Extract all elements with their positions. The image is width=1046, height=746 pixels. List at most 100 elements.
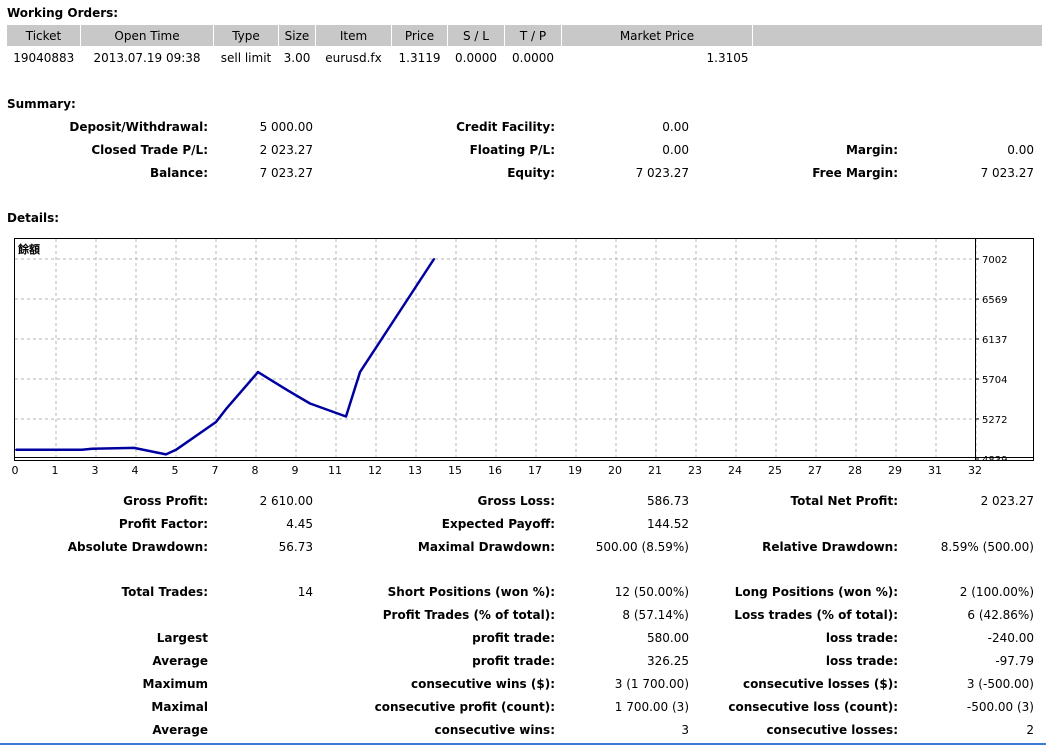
balance-chart-svg: 7002 6569 6137 5704 5272 4839 餘額 [15,239,1033,460]
balance-point [165,453,167,456]
y-tick-label: 7002 [982,255,1007,266]
stat-value-right: -500.00 (3) [966,700,1034,714]
stat-value-right: -240.00 [987,631,1034,645]
cell-sl: 0.0000 [455,51,497,65]
cell-type: sell limit [220,51,272,65]
balance-point [359,371,361,374]
stat-value-right: -97.79 [995,654,1034,668]
stat-value-right: 6 (42.86%) [967,608,1034,622]
stat-label-left: Total Trades: [121,585,208,599]
details-title: Details: [7,211,60,225]
stat-label-right: Long Positions (won %): [734,585,898,599]
chart-legend-label: 餘額 [17,242,40,256]
stat-label-right: Relative Drawdown: [762,540,898,554]
stat-label-left: Profit Factor: [118,517,208,531]
balance-point [81,448,83,451]
cell-price: 1.3119 [398,51,441,65]
stat-value-left: 14 [297,585,313,599]
x-tick-label: 12 [368,464,382,477]
stat-value-middle: 8 (57.14%) [622,608,689,622]
bottom-border [0,743,1046,745]
stat-value-middle: 3 [681,723,689,737]
x-tick-label: 7 [211,464,219,477]
x-tick-label: 16 [488,464,502,477]
col-price[interactable]: Price [391,25,448,46]
stat-value-left: 4.45 [286,517,313,531]
x-tick-label: 1 [51,464,59,477]
x-tick-label: 17 [528,464,542,477]
stat-value-middle: 12 (50.00%) [614,585,689,599]
free-margin-value: 7 023.27 [980,166,1034,180]
stat-value-middle: 580.00 [647,631,689,645]
deposit-label: Deposit/Withdrawal: [69,120,208,134]
cell-market-price: 1.3105 [706,51,749,65]
x-tick-label: 11 [328,464,342,477]
x-tick-label: 28 [848,464,862,477]
stat-value-middle: 500.00 (8.59%) [595,540,689,554]
x-tick-label: 27 [808,464,822,477]
x-tick-label: 21 [648,464,662,477]
x-tick-label: 13 [408,464,422,477]
col-sl[interactable]: S / L [447,25,505,46]
orders-header-row: Ticket Open Time Type Size Item Price S … [7,25,1043,46]
x-tick-label: 8 [251,464,259,477]
balance-point [133,446,135,449]
stat-label-left: Largest [156,631,208,645]
balance-point [433,258,435,260]
cell-blank [753,46,1043,70]
balance-point [309,402,311,405]
working-orders-title: Working Orders: [7,6,119,20]
stat-label-right: consecutive losses ($): [742,677,898,691]
balance-point [225,408,227,411]
stat-value-middle: 144.52 [647,517,689,531]
stat-label-middle: consecutive wins ($): [410,677,555,691]
stat-label-left: Average [152,723,208,737]
cell-open-time: 2013.07.19 09:38 [93,51,201,65]
balance-point [15,448,17,451]
col-tp[interactable]: T / P [504,25,562,46]
cell-item: eurusd.fx [325,51,382,65]
col-ticket[interactable]: Ticket [7,25,81,46]
x-tick-label: 4 [131,464,139,477]
stat-value-middle: 3 (1 700.00) [614,677,689,691]
x-tick-label: 32 [968,464,982,477]
col-type[interactable]: Type [213,25,279,46]
equity-label: Equity: [507,166,555,180]
y-tick-label: 6137 [982,335,1007,346]
stat-label-left: Average [152,654,208,668]
summary-title: Summary: [7,97,76,111]
stat-value-middle: 586.73 [647,494,689,508]
col-market-price[interactable]: Market Price [561,25,753,46]
stat-label-middle: consecutive wins: [434,723,555,737]
balance-point [287,389,289,392]
balance-point [91,447,93,450]
stat-value-right: 3 (-500.00) [966,677,1034,691]
stat-label-left: Absolute Drawdown: [67,540,208,554]
stat-value-right: 2 023.27 [980,494,1034,508]
col-size[interactable]: Size [278,25,316,46]
stat-label-left: Gross Profit: [123,494,208,508]
x-tick-label: 9 [291,464,299,477]
chart-grid [15,239,977,457]
floating-pl-value: 0.00 [662,143,689,157]
margin-label: Margin: [845,143,898,157]
col-item[interactable]: Item [315,25,392,46]
stat-value-right: 2 (100.00%) [959,585,1034,599]
stat-label-right: loss trade: [825,631,898,645]
credit-value: 0.00 [662,120,689,134]
col-blank [752,25,1043,46]
col-open-time[interactable]: Open Time [80,25,214,46]
stat-label-middle: Short Positions (won %): [387,585,555,599]
balance-label: Balance: [149,166,208,180]
table-row[interactable]: 19040883 2013.07.19 09:38 sell limit 3.0… [7,46,1043,70]
x-tick-label: 20 [608,464,622,477]
x-tick-label: 19 [568,464,582,477]
stat-label-middle: profit trade: [472,654,555,668]
stat-label-middle: Expected Payoff: [441,517,555,531]
balance-point [257,371,259,374]
x-tick-label: 3 [91,464,99,477]
deposit-value: 5 000.00 [259,120,313,134]
balance-points [15,258,435,456]
x-tick-label: 15 [448,464,462,477]
x-tick-label: 24 [728,464,742,477]
